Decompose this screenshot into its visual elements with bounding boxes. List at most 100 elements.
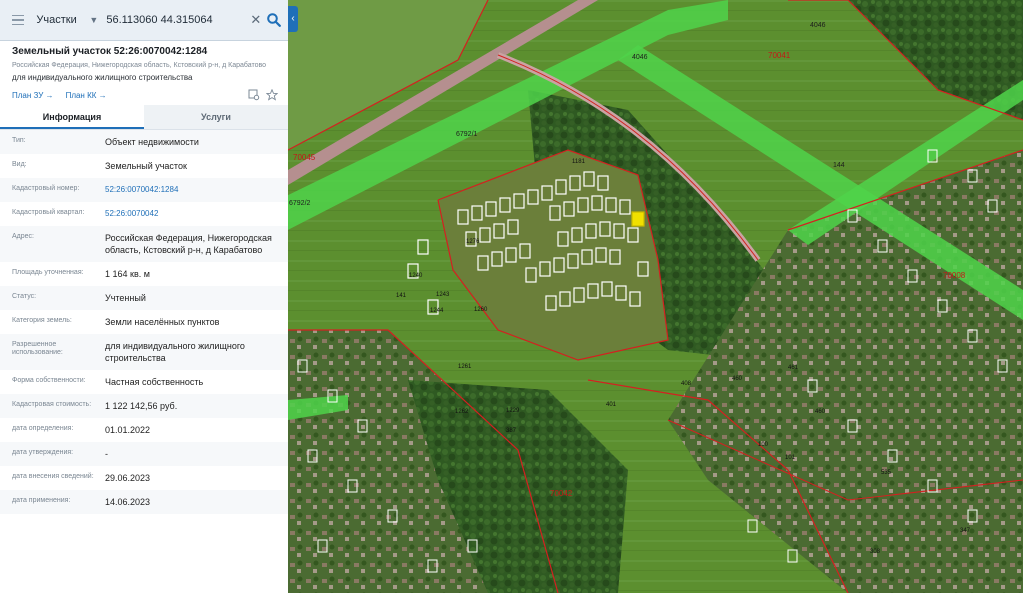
property-label: Кадастровая стоимость:	[12, 401, 92, 408]
plot-label: 100	[758, 442, 769, 448]
map-canvas[interactable]: 70041 70045 70008 70042 4046 4046 6792/1…	[288, 0, 1023, 593]
tab-information[interactable]: Информация	[0, 105, 144, 129]
road-label: 4046	[632, 54, 648, 61]
plot-label: 460	[815, 409, 826, 415]
plot-label: 1181	[572, 159, 586, 165]
property-label: Статус:	[12, 293, 37, 300]
road-label: 6792/2	[289, 200, 311, 207]
plot-label: 1262	[455, 409, 469, 415]
locate-icon[interactable]	[248, 89, 260, 101]
property-value: Российская Федерация, Нижегородская обла…	[105, 233, 272, 255]
plot-label: 1229	[506, 408, 520, 414]
property-row: Кадастровый номер: 52:26:0070042:1284	[0, 178, 288, 202]
collapse-panel-button[interactable]: ‹	[288, 6, 298, 32]
object-title: Земельный участок 52:26:0070042:1284	[12, 46, 208, 57]
object-header: Земельный участок 52:26:0070042:1284 Рос…	[0, 41, 288, 102]
property-label: Адрес:	[12, 233, 34, 240]
plot-label: 1261	[458, 364, 472, 370]
zone-label: 70041	[768, 51, 791, 60]
property-label: дата определения:	[12, 425, 74, 432]
property-row: Вид: Земельный участок	[0, 154, 288, 178]
property-value: -	[105, 449, 108, 459]
property-label: Вид:	[12, 161, 27, 168]
plot-label: 1260	[474, 307, 488, 313]
plot-label: 1244	[430, 308, 444, 314]
object-usage: для индивидуального жилищного строительс…	[12, 73, 193, 82]
plot-label: 1276	[466, 239, 480, 245]
plot-label: 387	[506, 428, 517, 434]
plot-label: 408	[681, 381, 692, 387]
property-label: Площадь уточненная:	[12, 269, 84, 276]
road-label: 4046	[810, 22, 826, 29]
search-bar: Участки ▼ ✕	[0, 0, 288, 41]
property-label: Кадастровый номер:	[12, 185, 80, 192]
property-row: дата утверждения: -	[0, 442, 288, 466]
property-row: Кадастровый квартал: 52:26:0070042	[0, 202, 288, 226]
property-label: Кадастровый квартал:	[12, 209, 85, 216]
plot-label: 347	[960, 528, 971, 534]
plot-label: 141	[396, 293, 407, 299]
plot-label: 1243	[436, 292, 450, 298]
star-icon[interactable]	[266, 89, 278, 101]
property-label: дата внесения сведений:	[12, 473, 94, 480]
property-label: Разрешенное использование:	[12, 341, 63, 356]
plot-label: 401	[606, 402, 617, 408]
property-label: Категория земель:	[12, 317, 72, 324]
selected-parcel[interactable]	[631, 211, 645, 227]
search-icon[interactable]	[263, 8, 284, 32]
property-value: для индивидуального жилищного строительс…	[105, 341, 245, 363]
property-value: 29.06.2023	[105, 473, 151, 483]
plot-label: 1240	[409, 273, 423, 279]
property-value: Земли населённых пунктов	[105, 317, 220, 327]
property-row: Адрес: Российская Федерация, Нижегородск…	[0, 226, 288, 262]
property-value: 1 122 142,56 руб.	[105, 401, 178, 411]
plot-label: 460	[732, 376, 743, 382]
property-row: дата применения: 14.06.2023	[0, 490, 288, 514]
search-input[interactable]	[98, 6, 249, 34]
road-label: 144	[833, 162, 845, 169]
property-row: Площадь уточненная: 1 164 кв. м	[0, 262, 288, 286]
search-type-label: Участки	[36, 14, 77, 26]
menu-icon[interactable]	[6, 7, 30, 33]
property-row: Категория земель: Земли населённых пункт…	[0, 310, 288, 334]
property-label: дата применения:	[12, 497, 71, 504]
plot-label: 101	[785, 455, 796, 461]
tab-services[interactable]: Услуги	[144, 105, 288, 129]
plan-zu-link[interactable]: План ЗУ →	[12, 91, 54, 100]
property-row: Статус: Учтенный	[0, 286, 288, 310]
cadastral-quarter-link[interactable]: 52:26:0070042	[105, 208, 280, 220]
property-value: 14.06.2023	[105, 497, 151, 507]
chevron-down-icon: ▼	[89, 15, 99, 25]
zone-label: 70045	[293, 153, 316, 162]
property-row: Кадастровая стоимость: 1 122 142,56 руб.	[0, 394, 288, 418]
map-view[interactable]: 70041 70045 70008 70042 4046 4046 6792/1…	[288, 0, 1023, 593]
property-label: дата утверждения:	[12, 449, 74, 456]
side-panel: Участки ▼ ✕ Земельный участок 52:26:0070…	[0, 0, 288, 593]
property-value: Объект недвижимости	[105, 137, 199, 147]
property-row: дата внесения сведений: 29.06.2023	[0, 466, 288, 490]
property-value: Земельный участок	[105, 161, 187, 171]
property-row: Тип: Объект недвижимости	[0, 130, 288, 154]
object-links: План ЗУ → План КК →	[12, 88, 278, 102]
zone-label: 70042	[550, 489, 573, 498]
plan-kk-link[interactable]: План КК →	[66, 91, 107, 100]
property-label: Форма собственности:	[12, 377, 86, 384]
plot-label: 535	[881, 470, 892, 476]
property-row: Разрешенное использование: для индивидуа…	[0, 334, 288, 370]
property-label: Тип:	[12, 137, 26, 144]
property-list: Тип: Объект недвижимости Вид: Земельный …	[0, 130, 288, 514]
zone-label: 70008	[943, 271, 966, 280]
cadastral-number-link[interactable]: 52:26:0070042:1284	[105, 184, 280, 196]
road-label: 6792/1	[456, 131, 478, 138]
property-value: 01.01.2022	[105, 425, 151, 435]
plot-label: 461	[788, 365, 799, 371]
search-type-select[interactable]: Участки ▼	[36, 14, 98, 26]
property-value: Частная собственность	[105, 377, 204, 387]
clear-icon[interactable]: ✕	[248, 12, 263, 28]
object-address: Российская Федерация, Нижегородская обла…	[12, 62, 267, 69]
property-row: Форма собственности: Частная собственнос…	[0, 370, 288, 394]
plot-label: 308	[870, 549, 881, 555]
property-value: 1 164 кв. м	[105, 269, 150, 279]
property-value: Учтенный	[105, 293, 146, 303]
tab-bar: Информация Услуги	[0, 105, 288, 130]
